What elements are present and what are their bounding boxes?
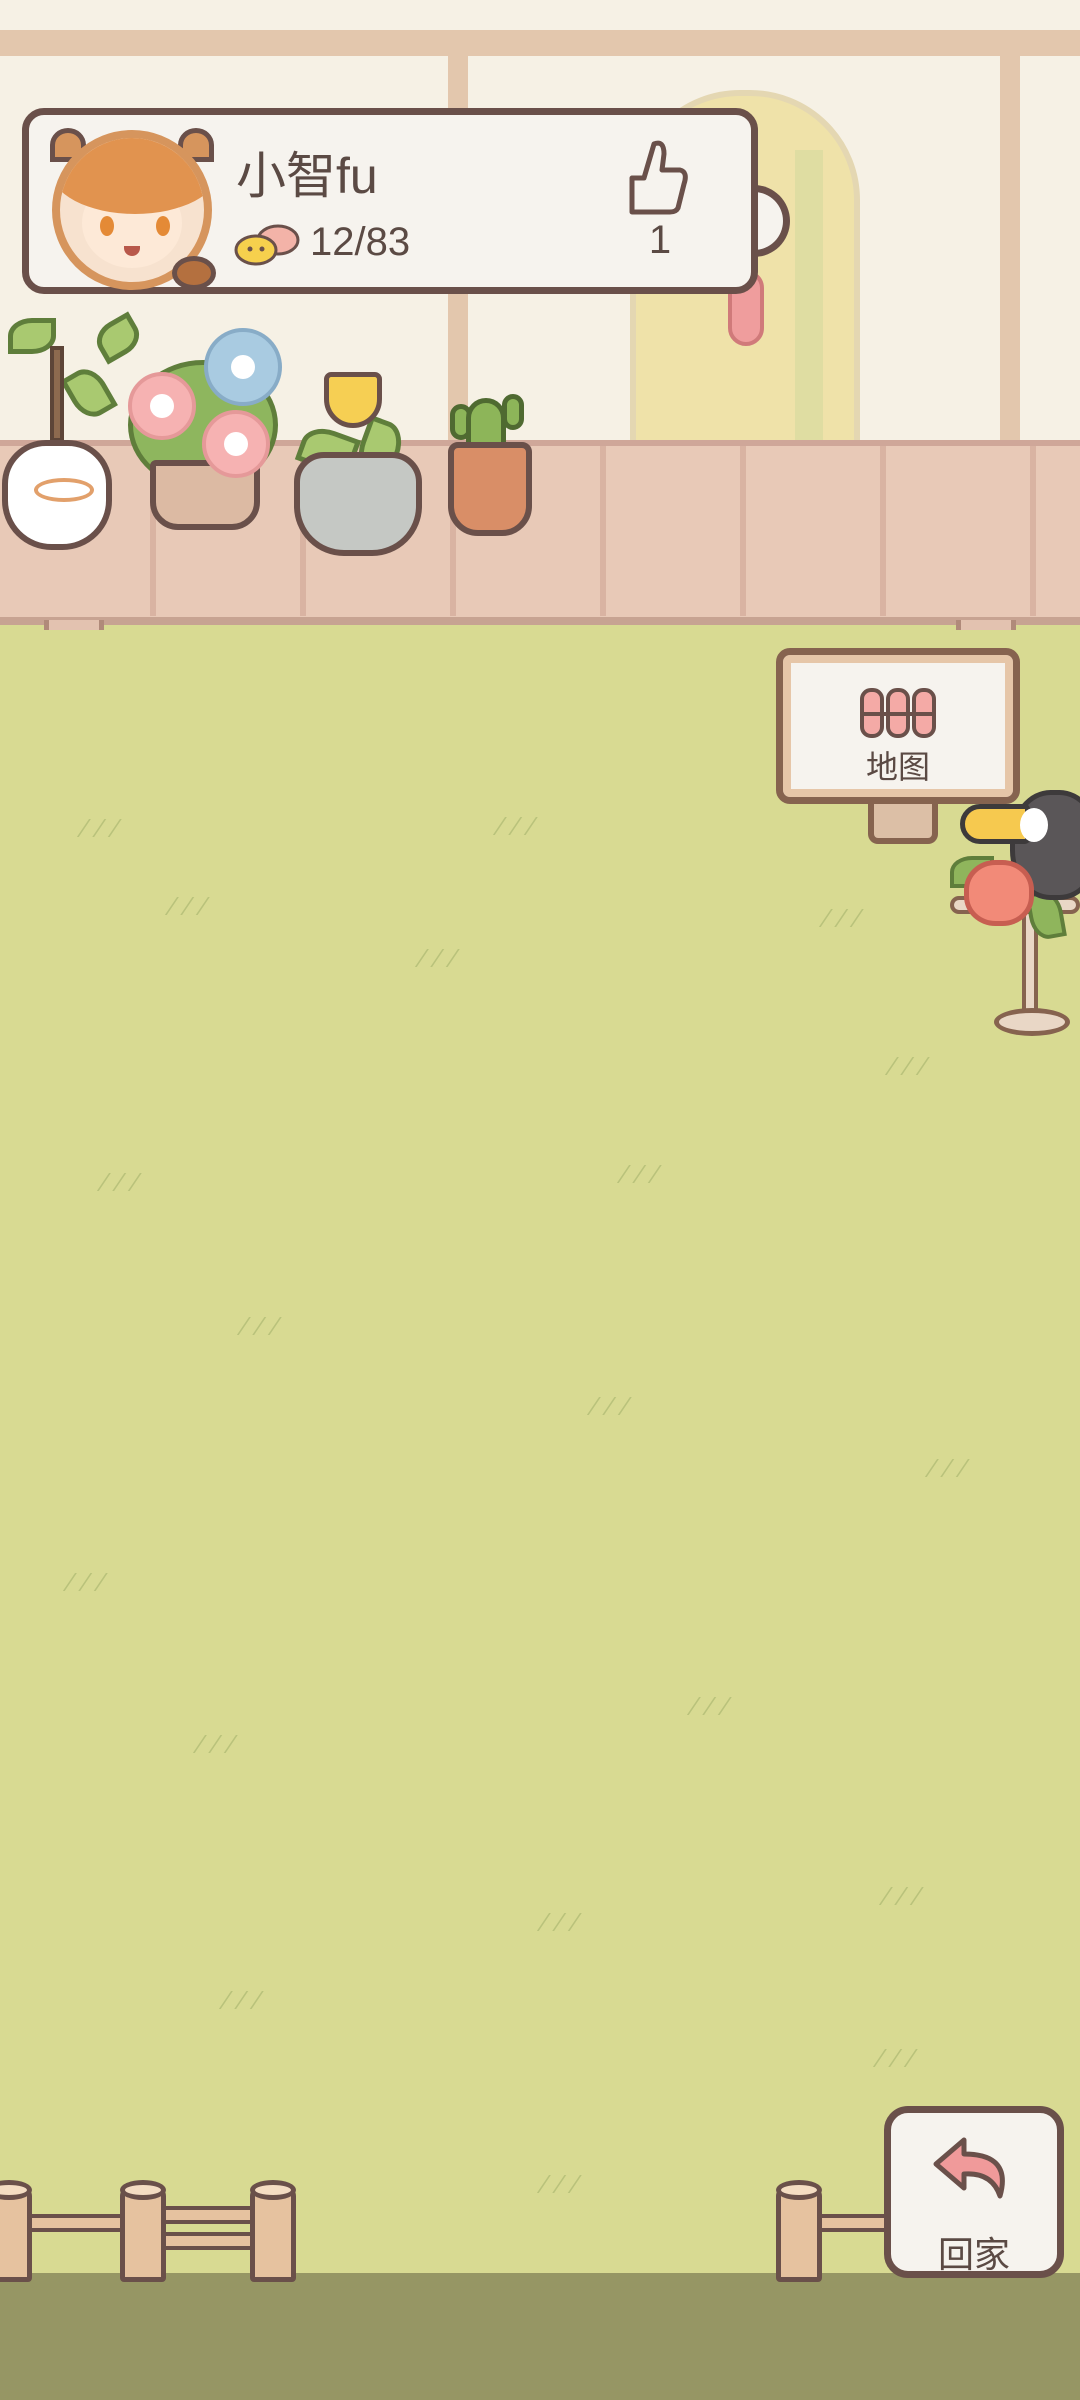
- wall-beam: [0, 30, 1080, 56]
- grass-tuft: ///: [217, 1988, 273, 2013]
- grass-tuft: ///: [871, 2046, 927, 2071]
- fence-plank: [740, 446, 746, 616]
- grass-tuft: ///: [61, 1570, 117, 1595]
- flower-center: [150, 394, 174, 418]
- return-arrow-icon: [933, 2137, 1005, 2199]
- fence-log: [776, 2186, 822, 2282]
- fence-log: [120, 2186, 166, 2282]
- grass-tuft: ///: [535, 2172, 591, 2197]
- fence-rail: [818, 2214, 888, 2232]
- critters-icon: [234, 224, 300, 266]
- grass-tuft: ///: [817, 906, 873, 931]
- fence-log-cap: [120, 2180, 166, 2200]
- grass-tuft: ///: [535, 1910, 591, 1935]
- grass-tuft: ///: [685, 1694, 741, 1719]
- fence-plank: [600, 446, 606, 616]
- cactus-pot[interactable]: [448, 442, 532, 536]
- perch-base: [994, 1008, 1070, 1036]
- grass-tuft: ///: [413, 946, 469, 971]
- fence-rail: [28, 2214, 124, 2232]
- plant-stem: [50, 346, 64, 442]
- home-label: 回家: [937, 2234, 1010, 2275]
- fence-plank: [1030, 446, 1036, 616]
- username: 小智fu: [236, 148, 378, 204]
- grass-tuft: ///: [585, 1394, 641, 1419]
- tulip-icon: [324, 372, 382, 428]
- fence-log: [250, 2186, 296, 2282]
- grass-tuft: ///: [883, 1054, 939, 1079]
- grass-tuft: ///: [163, 894, 219, 919]
- sack-ribbon: [34, 478, 94, 502]
- raccoon-tail-icon: [172, 256, 216, 290]
- grass-tuft: ///: [191, 1732, 247, 1757]
- fence-rail: [162, 2206, 254, 2224]
- toucan-cheek: [1020, 808, 1048, 842]
- grass-tuft: ///: [75, 816, 131, 841]
- map-label: 地图: [865, 749, 930, 785]
- hibiscus-flower-icon: [964, 860, 1034, 926]
- grass-tuft: ///: [235, 1314, 291, 1339]
- grass-tuft: ///: [923, 1456, 979, 1481]
- flower-center: [224, 432, 248, 456]
- fence-map-icon: [860, 688, 936, 738]
- avatar-eye: [156, 216, 170, 236]
- fence-plank: [880, 446, 886, 616]
- fence-log: [0, 2186, 32, 2282]
- avatar-eye: [100, 216, 114, 236]
- grass-tuft: ///: [615, 1162, 671, 1187]
- like-count: 1: [648, 218, 672, 262]
- thumbs-up-icon[interactable]: [620, 138, 690, 216]
- grass-tuft: ///: [877, 1884, 933, 1909]
- fence-log-cap: [250, 2180, 296, 2200]
- flower-center: [231, 355, 255, 379]
- collection-progress: 12/83: [310, 220, 411, 264]
- wall-post: [1000, 56, 1020, 446]
- plant-leaf: [8, 318, 56, 354]
- grass-tuft: ///: [95, 1170, 151, 1195]
- tulip-pot[interactable]: [294, 452, 422, 556]
- lawn[interactable]: [0, 630, 1080, 2275]
- avatar-hair: [60, 138, 204, 214]
- sign-post: [868, 800, 938, 844]
- fence-rail: [162, 2232, 254, 2250]
- fence-log-cap: [776, 2180, 822, 2200]
- door-curtain: [795, 150, 823, 450]
- grass-tuft: ///: [491, 814, 547, 839]
- ground-strip: [0, 2273, 1080, 2400]
